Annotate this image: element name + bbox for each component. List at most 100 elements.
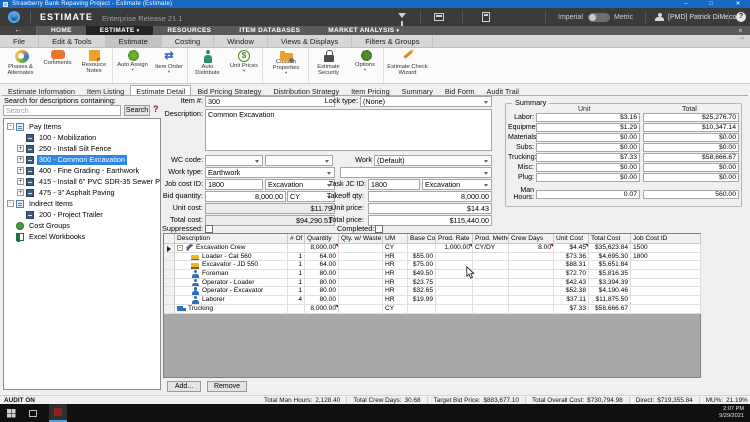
toolbar-button[interactable]: Item Order ▾: [151, 48, 188, 83]
cell-um[interactable]: CY: [383, 305, 408, 314]
toolbar-button[interactable]: Auto Distribute: [189, 48, 226, 83]
cell-total-cost[interactable]: $4,695.30: [589, 253, 631, 262]
cell-description[interactable]: Operator - Loader: [175, 279, 288, 288]
minimize-button[interactable]: –: [678, 0, 694, 8]
cell-description[interactable]: Laborer: [175, 296, 288, 305]
cell-job-cost-id[interactable]: [631, 261, 701, 270]
job-cost-id-input[interactable]: 1800: [205, 179, 263, 190]
lock-type-select[interactable]: (None): [360, 96, 492, 107]
detail-tab[interactable]: Bid Pricing Strategy: [191, 85, 267, 95]
task-desc-select[interactable]: Excavation: [422, 179, 492, 190]
table-row[interactable]: Operator - Loader 1 80.00 HR $23.75 $42.…: [164, 279, 700, 288]
grid-column-header[interactable]: Description: [175, 234, 288, 244]
cell-base-cost[interactable]: [408, 305, 436, 314]
ribbon-tab[interactable]: ESTIMATE ▾: [86, 26, 154, 35]
cell-total-cost[interactable]: $5,816.35: [589, 270, 631, 279]
completed-checkbox[interactable]: [375, 225, 383, 233]
detail-tab[interactable]: Bid Form: [439, 85, 481, 95]
ribbon-subtab[interactable]: File: [0, 35, 39, 47]
detail-tab[interactable]: Item Pricing: [345, 85, 396, 95]
search-input[interactable]: Search: [3, 105, 121, 116]
row-expander-icon[interactable]: -: [177, 245, 183, 251]
cell-job-cost-id[interactable]: [631, 305, 701, 314]
cell-total-cost[interactable]: $58,666.67: [589, 305, 631, 314]
cell-quantity[interactable]: 8,000.00: [305, 305, 339, 314]
cell-num-of[interactable]: 1: [288, 261, 305, 270]
cell-unit-cost[interactable]: $73.36: [554, 253, 589, 262]
grid-column-header[interactable]: UM: [383, 234, 408, 244]
cell-description[interactable]: Excavator - JD 550: [175, 261, 288, 270]
cell-num-of[interactable]: 4: [288, 296, 305, 305]
cell-qty-waste[interactable]: [339, 261, 383, 270]
panel-chevron-icon[interactable]: ^: [741, 37, 744, 43]
cell-num-of[interactable]: 1: [288, 279, 305, 288]
grid-column-header[interactable]: Job Cost ID: [631, 234, 701, 244]
cell-crew-days[interactable]: [509, 270, 554, 279]
cell-total-cost[interactable]: $5,651.84: [589, 261, 631, 270]
cell-unit-cost[interactable]: $42.43: [554, 279, 589, 288]
ribbon-subtab[interactable]: Estimate: [106, 35, 162, 47]
cell-qty-waste[interactable]: [339, 279, 383, 288]
grid-column-header[interactable]: Total Cost: [589, 234, 631, 244]
cell-quantity[interactable]: 64.00: [305, 261, 339, 270]
cell-prod-method[interactable]: CY/DY: [473, 244, 509, 253]
toolbar-button[interactable]: Phases & Alternates: [2, 48, 39, 83]
ribbon-subtab[interactable]: Costing: [162, 35, 214, 47]
ribbon-subtab[interactable]: Filters & Groups: [352, 35, 433, 47]
work-region-select[interactable]: (Default): [374, 155, 492, 166]
wc-code-select-2[interactable]: [265, 155, 333, 166]
cell-unit-cost[interactable]: $7.33: [554, 305, 589, 314]
remove-button[interactable]: Remove: [207, 381, 247, 392]
cell-job-cost-id[interactable]: 1500: [631, 244, 701, 253]
filter-icon[interactable]: [398, 13, 406, 18]
item-number-input[interactable]: 300: [205, 96, 335, 107]
task-view-icon[interactable]: [29, 410, 37, 417]
help-icon[interactable]: ?: [736, 12, 746, 22]
tree-expander-icon[interactable]: +: [17, 145, 24, 152]
cell-um[interactable]: HR: [383, 287, 408, 296]
cell-um[interactable]: HR: [383, 270, 408, 279]
cell-base-cost[interactable]: [408, 244, 436, 253]
cell-num-of[interactable]: [288, 244, 305, 253]
toolbar-button[interactable]: Unit Prices ▾: [226, 48, 263, 83]
grid-column-header[interactable]: Base Cost: [408, 234, 436, 244]
tree-expander-icon[interactable]: -: [7, 123, 14, 130]
work-type-select[interactable]: Earthwork: [205, 167, 335, 178]
toolbar-button[interactable]: Custom Properties ▾: [264, 48, 309, 83]
cell-description[interactable]: Loader - Cat 560: [175, 253, 288, 262]
cell-prod-rate[interactable]: [436, 287, 473, 296]
tree-item[interactable]: + 415 - Install 6" PVC SDR-35 Sewer Pipe: [4, 176, 160, 187]
table-row[interactable]: Loader - Cat 560 1 64.00 HR $55.00 $73.3…: [164, 253, 700, 262]
detail-tab[interactable]: Distribution Strategy: [267, 85, 345, 95]
ribbon-tab[interactable]: ITEM DATABASES: [225, 26, 314, 35]
cell-crew-days[interactable]: [509, 287, 554, 296]
toolbar-button[interactable]: Estimate Security: [310, 48, 347, 83]
cell-um[interactable]: HR: [383, 296, 408, 305]
cell-prod-method[interactable]: [473, 287, 509, 296]
taskbar-app-button[interactable]: [49, 404, 67, 422]
cell-qty-waste[interactable]: [339, 244, 383, 253]
cell-base-cost[interactable]: $75.00: [408, 261, 436, 270]
cell-crew-days[interactable]: [509, 253, 554, 262]
cell-job-cost-id[interactable]: [631, 279, 701, 288]
cell-quantity[interactable]: 80.00: [305, 287, 339, 296]
add-button[interactable]: Add...: [167, 381, 201, 392]
bid-quantity-input[interactable]: 8,000.00: [205, 191, 286, 202]
cell-job-cost-id[interactable]: 1800: [631, 253, 701, 262]
detail-tab[interactable]: Item Listing: [81, 85, 130, 95]
window-layout-icon[interactable]: [434, 13, 444, 21]
back-button[interactable]: ←: [0, 26, 37, 35]
grid-column-header[interactable]: Qty. w/ Waste: [339, 234, 383, 244]
grid-column-header[interactable]: Prod. Rate: [436, 234, 473, 244]
calculator-icon[interactable]: [482, 12, 490, 22]
cell-prod-method[interactable]: [473, 261, 509, 270]
cell-num-of[interactable]: 1: [288, 270, 305, 279]
suppressed-checkbox[interactable]: [205, 225, 213, 233]
taskbar-clock[interactable]: 2:07 PM 9/29/2021: [719, 406, 744, 420]
cell-prod-method[interactable]: [473, 296, 509, 305]
cell-prod-method[interactable]: [473, 253, 509, 262]
tree-item[interactable]: + 475 - 3" Asphalt Paving: [4, 187, 160, 198]
table-row[interactable]: - Excavation Crew 8,000.00 CY 1,000.00 C…: [164, 244, 700, 253]
cell-crew-days[interactable]: [509, 305, 554, 314]
cell-description[interactable]: Operator - Excavator: [175, 287, 288, 296]
